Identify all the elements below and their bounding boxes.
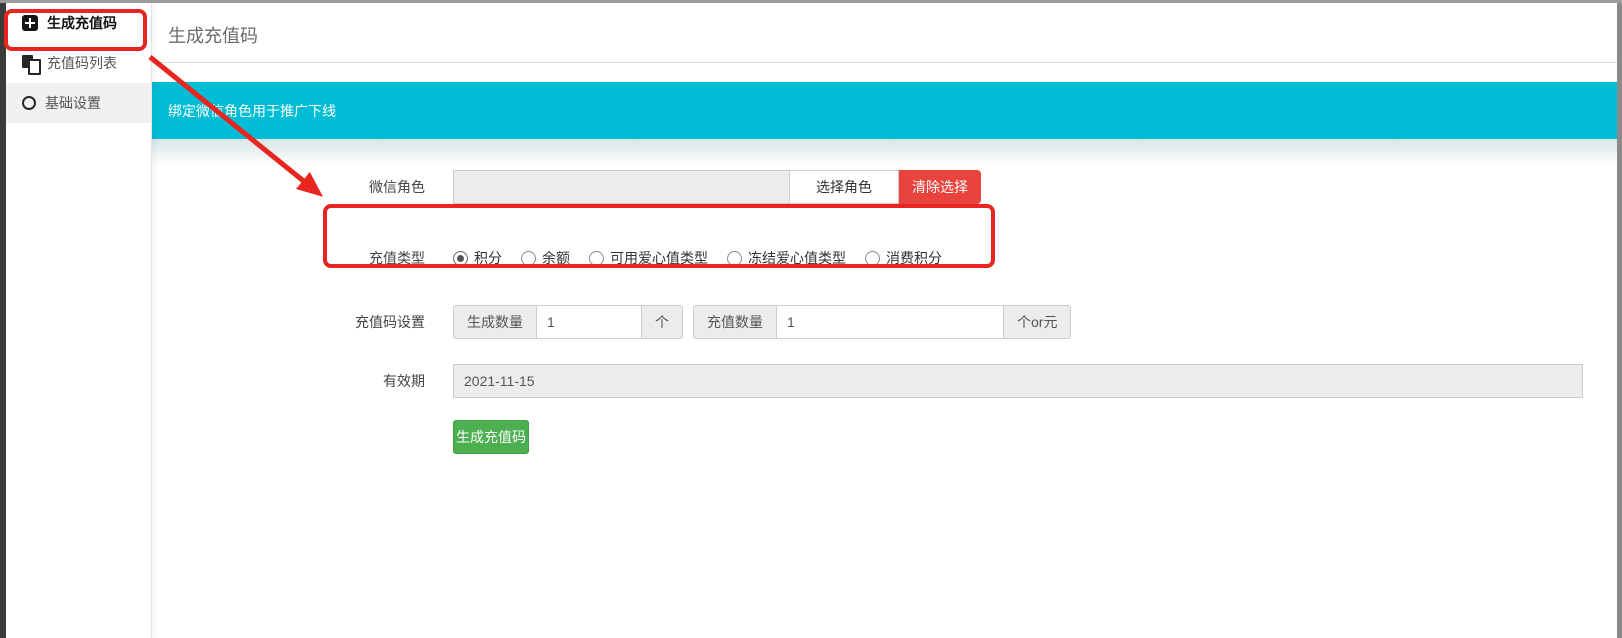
radio-label: 冻结爱心值类型 <box>748 248 846 268</box>
code-settings-row: 充值码设置 生成数量 个 充值数量 个or元 <box>152 305 1617 339</box>
main-content: 生成充值码 绑定微信角色用于推广下线 微信角色 选择角色 清除选择 充值类型 <box>152 3 1617 638</box>
radio-label: 可用爱心值类型 <box>610 248 708 268</box>
wechat-role-label: 微信角色 <box>152 177 425 197</box>
sidebar-item-label: 基础设置 <box>45 93 101 113</box>
title-divider <box>152 62 1617 63</box>
recharge-qty-prefix: 充值数量 <box>693 305 776 339</box>
circle-icon <box>22 96 36 110</box>
radio-icon[interactable] <box>865 251 880 266</box>
radio-label: 消费积分 <box>886 248 942 268</box>
recharge-type-label: 充值类型 <box>152 248 425 268</box>
validity-date-input[interactable] <box>453 364 1583 398</box>
submit-row: 生成充值码 <box>152 420 1617 454</box>
radio-option-balance[interactable]: 余额 <box>521 248 570 268</box>
select-role-button[interactable]: 选择角色 <box>790 170 899 204</box>
copy-icon <box>22 55 38 71</box>
clear-selection-button[interactable]: 清除选择 <box>899 170 981 204</box>
sidebar-item-label: 生成充值码 <box>47 13 117 33</box>
radio-icon[interactable] <box>589 251 604 266</box>
recharge-qty-suffix: 个or元 <box>1004 305 1071 339</box>
info-banner-text: 绑定微信角色用于推广下线 <box>168 101 336 121</box>
recharge-type-row: 充值类型 积分 余额 可用爱心值类型 <box>152 241 1617 275</box>
recharge-code-admin-page: 生成充值码 充值码列表 基础设置 生成充值码 绑定微信角色用于推广下线 微信角色… <box>0 0 1622 638</box>
page-title: 生成充值码 <box>152 3 1617 48</box>
generate-code-form: 微信角色 选择角色 清除选择 充值类型 积分 余额 <box>152 170 1617 454</box>
generate-qty-prefix: 生成数量 <box>453 305 536 339</box>
validity-label: 有效期 <box>152 371 425 391</box>
radio-option-consume-points[interactable]: 消费积分 <box>865 248 942 268</box>
radio-label: 余额 <box>542 248 570 268</box>
radio-option-points[interactable]: 积分 <box>453 248 502 268</box>
plus-square-icon <box>22 15 38 31</box>
info-banner: 绑定微信角色用于推广下线 <box>152 82 1617 139</box>
wechat-role-row: 微信角色 选择角色 清除选择 <box>152 170 1617 204</box>
radio-icon[interactable] <box>521 251 536 266</box>
radio-icon[interactable] <box>727 251 742 266</box>
window-top-border <box>0 0 1622 3</box>
radio-option-available-love-value[interactable]: 可用爱心值类型 <box>589 248 708 268</box>
radio-icon[interactable] <box>453 251 468 266</box>
generate-qty-group: 生成数量 个 <box>453 305 683 339</box>
sidebar-item-basic-settings[interactable]: 基础设置 <box>6 83 151 123</box>
window-right-edge <box>1617 3 1622 638</box>
radio-label: 积分 <box>474 248 502 268</box>
code-settings-label: 充值码设置 <box>152 312 425 332</box>
wechat-role-input[interactable] <box>453 170 790 204</box>
recharge-qty-input[interactable] <box>776 305 1004 339</box>
generate-code-button[interactable]: 生成充值码 <box>453 420 529 454</box>
radio-option-frozen-love-value[interactable]: 冻结爱心值类型 <box>727 248 846 268</box>
generate-qty-suffix: 个 <box>642 305 683 339</box>
generate-qty-input[interactable] <box>536 305 642 339</box>
recharge-qty-group: 充值数量 个or元 <box>693 305 1071 339</box>
sidebar-item-generate-code[interactable]: 生成充值码 <box>6 3 151 43</box>
validity-row: 有效期 <box>152 364 1617 398</box>
banner-shadow <box>152 139 1617 165</box>
sidebar-item-label: 充值码列表 <box>47 53 117 73</box>
sidebar-item-code-list[interactable]: 充值码列表 <box>6 43 151 83</box>
window-left-edge <box>0 3 6 638</box>
sidebar: 生成充值码 充值码列表 基础设置 <box>6 3 152 638</box>
